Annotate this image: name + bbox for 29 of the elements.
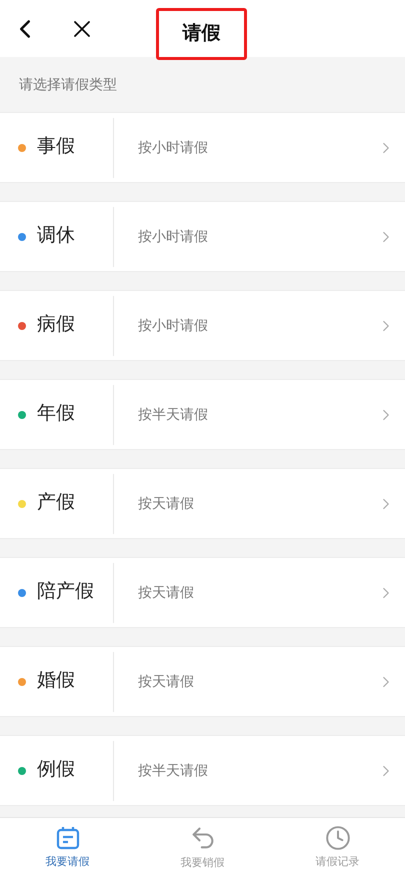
leave-rule: 按小时请假 bbox=[138, 227, 209, 246]
leave-type-name: 病假 bbox=[37, 313, 76, 338]
leave-type-name: 调休 bbox=[37, 224, 76, 248]
calendar-icon bbox=[54, 824, 80, 851]
leave-rule: 按半天请假 bbox=[138, 405, 209, 424]
leave-type-row[interactable]: 事假 按小时请假 bbox=[0, 112, 405, 183]
leave-rule: 按天请假 bbox=[138, 583, 195, 602]
leave-type-name: 婚假 bbox=[37, 669, 76, 694]
leave-type-name: 陪产假 bbox=[37, 580, 95, 604]
leave-type-row[interactable]: 婚假 按天请假 bbox=[0, 646, 405, 717]
leave-type-name: 年假 bbox=[37, 402, 76, 426]
leave-type-row[interactable]: 产假 按天请假 bbox=[0, 468, 405, 539]
leave-type-row[interactable]: 调休 按小时请假 bbox=[0, 201, 405, 272]
section-hint: 请选择请假类型 bbox=[19, 75, 117, 94]
leave-type-name: 例假 bbox=[37, 758, 76, 782]
leave-type-name: 产假 bbox=[37, 491, 76, 516]
leave-rule: 按半天请假 bbox=[138, 761, 209, 780]
leave-rule: 按小时请假 bbox=[138, 138, 209, 157]
leave-rule: 按天请假 bbox=[138, 672, 195, 691]
page-title: 请假 bbox=[156, 8, 247, 60]
leave-type-row[interactable]: 病假 按小时请假 bbox=[0, 290, 405, 361]
tab-bar-item[interactable]: 我要请假 bbox=[0, 818, 135, 873]
leave-rule: 按小时请假 bbox=[138, 316, 209, 335]
clock-icon bbox=[324, 824, 350, 851]
leave-type-row[interactable]: 年假 按半天请假 bbox=[0, 379, 405, 450]
leave-type-row[interactable]: 例假 按半天请假 bbox=[0, 735, 405, 806]
leave-type-name: 事假 bbox=[37, 135, 76, 160]
leave-rule: 按天请假 bbox=[138, 494, 195, 513]
leave-type-row[interactable]: 陪产假 按天请假 bbox=[0, 557, 405, 628]
